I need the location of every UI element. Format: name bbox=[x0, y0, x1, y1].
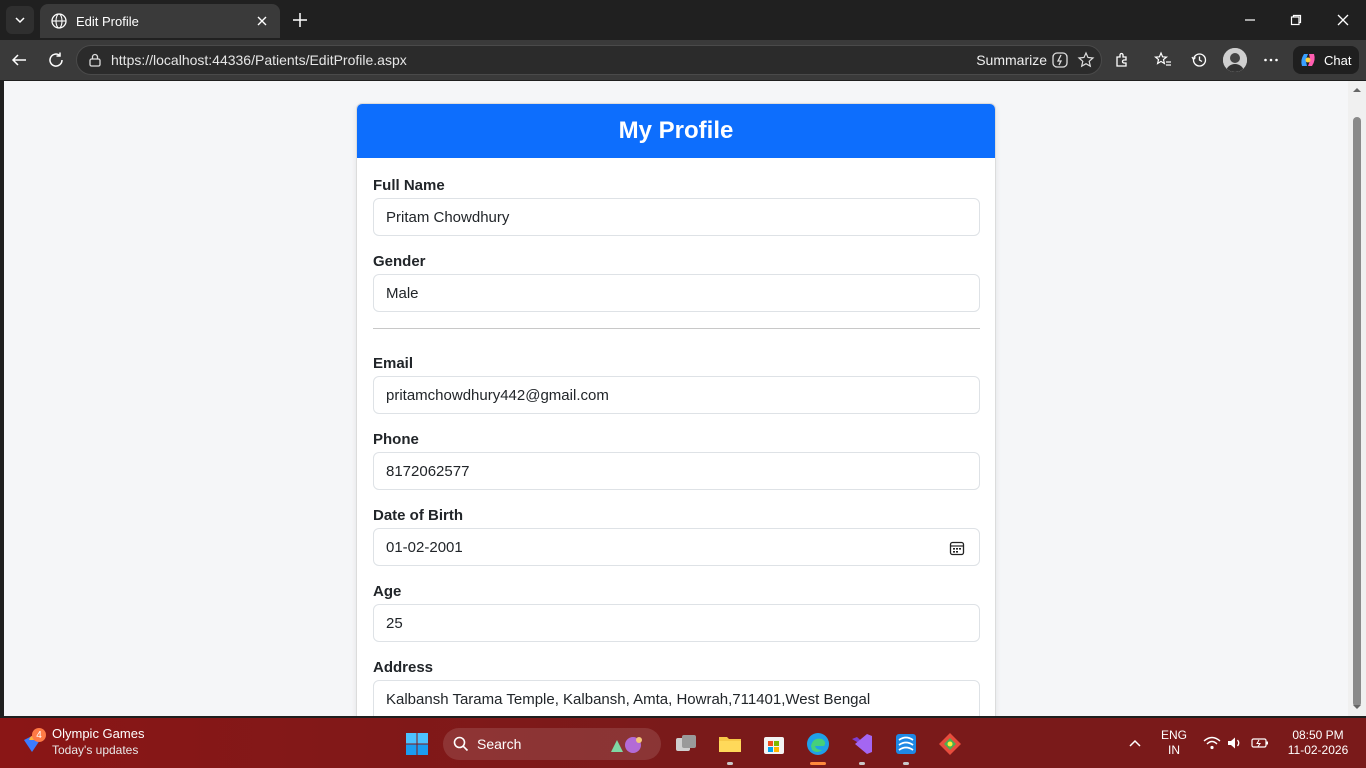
more-dots-icon bbox=[1264, 58, 1278, 62]
running-indicator bbox=[727, 762, 733, 765]
window-close-button[interactable] bbox=[1331, 8, 1355, 32]
globe-icon bbox=[51, 13, 67, 29]
refresh-icon bbox=[49, 52, 63, 67]
chat-label: Chat bbox=[1324, 52, 1352, 68]
page-scrollbar[interactable] bbox=[1348, 81, 1366, 716]
summarize-button[interactable]: Summarize bbox=[976, 51, 1069, 69]
windows-start-icon[interactable] bbox=[405, 732, 429, 756]
full-name-input[interactable]: Pritam Chowdhury bbox=[373, 198, 980, 236]
lock-icon[interactable] bbox=[87, 52, 103, 68]
more-button[interactable] bbox=[1261, 50, 1281, 70]
address-label: Address bbox=[373, 659, 434, 676]
scroll-up-icon[interactable] bbox=[1352, 85, 1362, 95]
close-icon bbox=[1337, 14, 1349, 26]
git-tool-icon[interactable] bbox=[937, 731, 963, 757]
volume-icon[interactable] bbox=[1227, 736, 1243, 750]
address-bar[interactable]: https://localhost:44336/Patients/EditPro… bbox=[76, 45, 1102, 75]
active-indicator bbox=[810, 762, 826, 765]
url-text[interactable]: https://localhost:44336/Patients/EditPro… bbox=[111, 52, 976, 68]
scroll-down-icon[interactable] bbox=[1352, 702, 1362, 712]
extensions-button[interactable] bbox=[1112, 50, 1132, 70]
puzzle-icon bbox=[1116, 52, 1127, 67]
visual-studio-icon[interactable] bbox=[849, 731, 875, 757]
running-indicator bbox=[859, 762, 865, 765]
widget-icon: 4 bbox=[20, 728, 46, 754]
widget-title: Olympic Games bbox=[52, 726, 145, 741]
refresh-button[interactable] bbox=[46, 50, 66, 70]
task-view-icon[interactable] bbox=[673, 731, 699, 757]
language-indicator[interactable]: ENG IN bbox=[1158, 728, 1190, 758]
notification-badge: 4 bbox=[32, 728, 46, 742]
full-name-label: Full Name bbox=[373, 177, 445, 194]
browser-tab-bar: Edit Profile bbox=[0, 0, 1366, 40]
lang-line1: ENG bbox=[1160, 728, 1187, 742]
tab-edit-profile[interactable]: Edit Profile bbox=[40, 4, 280, 38]
favorites-list-icon bbox=[1154, 51, 1171, 66]
copilot-summarize-icon bbox=[1052, 52, 1068, 68]
email-label: Email bbox=[373, 355, 414, 372]
arrow-left-icon bbox=[11, 54, 26, 66]
tab-title: Edit Profile bbox=[76, 13, 139, 29]
gender-input[interactable]: Male bbox=[373, 274, 980, 312]
widget-subtitle: Today's updates bbox=[52, 743, 139, 757]
dob-label: Date of Birth bbox=[373, 507, 463, 524]
plus-icon[interactable] bbox=[290, 10, 310, 30]
clock-time: 08:50 PM bbox=[1292, 728, 1344, 742]
history-icon bbox=[1191, 53, 1207, 67]
search-highlight-icon bbox=[611, 737, 642, 753]
copilot-chat-button[interactable]: Chat bbox=[1293, 46, 1359, 74]
windows-taskbar: 4 Olympic Games Today's updates Search E… bbox=[0, 718, 1366, 768]
avatar[interactable] bbox=[1223, 48, 1247, 72]
divider bbox=[373, 328, 980, 329]
clock[interactable]: 08:50 PM 11-02-2026 bbox=[1280, 728, 1356, 758]
scrollbar-thumb[interactable] bbox=[1353, 117, 1361, 707]
minimize-icon bbox=[1245, 19, 1255, 21]
phone-label: Phone bbox=[373, 431, 419, 448]
back-button[interactable] bbox=[9, 50, 29, 70]
search-icon bbox=[453, 736, 469, 752]
minimize-button[interactable] bbox=[1238, 8, 1262, 32]
age-input[interactable]: 25 bbox=[373, 604, 980, 642]
running-indicator bbox=[903, 762, 909, 765]
star-icon[interactable] bbox=[1077, 51, 1095, 69]
address-textarea[interactable]: Kalbansh Tarama Temple, Kalbansh, Amta, … bbox=[373, 680, 980, 716]
file-explorer-icon[interactable] bbox=[717, 731, 743, 757]
age-label: Age bbox=[373, 583, 402, 600]
phone-input[interactable]: 8172062577 bbox=[373, 452, 980, 490]
tab-list-button[interactable] bbox=[6, 6, 34, 34]
taskbar-search[interactable]: Search bbox=[443, 728, 661, 760]
clock-date: 11-02-2026 bbox=[1287, 743, 1349, 757]
lang-line2: IN bbox=[1168, 743, 1180, 757]
profile-form: Full Name Pritam Chowdhury Gender Male E… bbox=[357, 158, 995, 716]
profile-card: My Profile Full Name Pritam Chowdhury Ge… bbox=[356, 103, 996, 716]
profile-picture-icon bbox=[1223, 48, 1247, 72]
wifi-icon[interactable] bbox=[1203, 736, 1221, 750]
close-icon[interactable] bbox=[254, 13, 270, 29]
edge-browser-icon[interactable] bbox=[805, 731, 831, 757]
email-input[interactable]: pritamchowdhury442@gmail.com bbox=[373, 376, 980, 414]
restore-icon bbox=[1290, 14, 1302, 26]
search-label: Search bbox=[477, 736, 522, 752]
widgets-button[interactable]: 4 Olympic Games Today's updates bbox=[20, 726, 144, 758]
dob-input[interactable]: 01-02-2001 bbox=[373, 528, 980, 566]
chevron-down-icon bbox=[15, 17, 25, 24]
chevron-up-icon[interactable] bbox=[1128, 736, 1142, 750]
history-button[interactable] bbox=[1189, 50, 1209, 70]
microsoft-store-icon[interactable] bbox=[761, 731, 787, 757]
card-header: My Profile bbox=[357, 104, 995, 158]
dob-value: 01-02-2001 bbox=[386, 538, 463, 556]
gender-label: Gender bbox=[373, 253, 426, 270]
favorites-button[interactable] bbox=[1153, 50, 1173, 70]
summarize-label: Summarize bbox=[976, 52, 1047, 68]
sql-server-icon[interactable] bbox=[893, 731, 919, 757]
calendar-icon[interactable] bbox=[949, 540, 965, 556]
page-viewport: My Profile Full Name Pritam Chowdhury Ge… bbox=[4, 81, 1348, 716]
page-title: My Profile bbox=[618, 117, 734, 144]
copilot-icon bbox=[1301, 54, 1315, 66]
battery-icon[interactable] bbox=[1251, 736, 1269, 750]
restore-button[interactable] bbox=[1284, 8, 1308, 32]
